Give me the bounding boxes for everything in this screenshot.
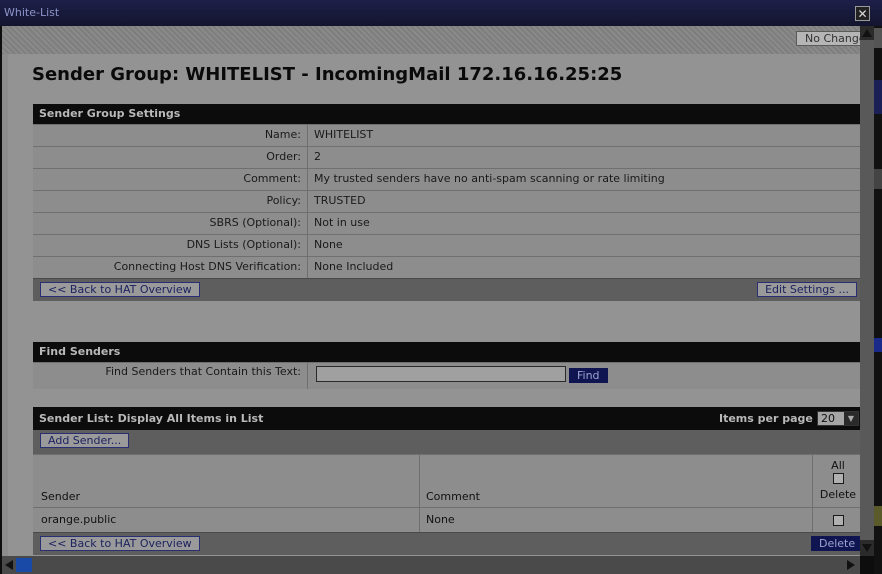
- sender-list-header: Sender List: Display All Items in List I…: [33, 407, 863, 430]
- settings-actions: << Back to HAT Overview Edit Settings ..…: [33, 278, 863, 301]
- page-title: Sender Group: WHITELIST - IncomingMail 1…: [32, 64, 623, 85]
- edge-block: [874, 338, 882, 352]
- row-value: TRUSTED: [314, 194, 366, 207]
- scroll-left-icon[interactable]: [5, 560, 13, 570]
- window-titlebar: White-List ✕: [0, 0, 882, 26]
- sender-table-header: Sender Comment All Delete: [33, 454, 863, 507]
- row-label: Name:: [33, 125, 308, 146]
- top-toolbar: No Changes: [2, 26, 866, 54]
- comment-header-label: Comment: [426, 490, 480, 503]
- items-per-page-value: 20: [821, 412, 835, 425]
- edge-block: [874, 28, 882, 48]
- row-value: My trusted senders have no anti-spam sca…: [314, 172, 665, 185]
- settings-row: Name: WHITELIST: [33, 124, 863, 146]
- sender-column-header: Sender: [33, 455, 420, 507]
- delete-column-header: All Delete: [813, 455, 863, 507]
- delete-cell: [813, 508, 863, 532]
- comment-cell: None: [420, 508, 813, 532]
- settings-panel: Sender Group Settings Name: WHITELIST Or…: [33, 104, 863, 301]
- edge-block: [874, 169, 882, 189]
- delete-header-label: Delete: [819, 488, 857, 501]
- window-body: No Changes Sender Group: WHITELIST - Inc…: [2, 26, 874, 556]
- sender-list-heading: Sender List: Display All Items in List: [39, 412, 264, 425]
- items-per-page-label: Items per page: [719, 412, 813, 425]
- find-input[interactable]: [316, 366, 566, 382]
- back-to-hat-button[interactable]: << Back to HAT Overview: [40, 282, 200, 297]
- settings-row: Order: 2: [33, 146, 863, 168]
- vertical-scrollbar[interactable]: [860, 26, 874, 556]
- table-row: orange.public None: [33, 507, 863, 532]
- window-title: White-List: [4, 6, 60, 19]
- edit-settings-button[interactable]: Edit Settings ...: [757, 282, 857, 297]
- find-row: Find Senders that Contain this Text: Fin…: [33, 362, 863, 389]
- scroll-right-icon[interactable]: [847, 560, 855, 570]
- settings-heading: Sender Group Settings: [33, 104, 863, 124]
- row-value: WHITELIST: [314, 128, 374, 141]
- scroll-thumb[interactable]: [860, 40, 874, 540]
- row-label: SBRS (Optional):: [33, 213, 308, 234]
- find-label: Find Senders that Contain this Text:: [33, 363, 308, 389]
- delete-button[interactable]: Delete: [811, 536, 863, 551]
- row-value: 2: [314, 150, 321, 163]
- find-heading: Find Senders: [33, 342, 863, 362]
- content-area: Sender Group: WHITELIST - IncomingMail 1…: [8, 54, 863, 556]
- scroll-down-icon[interactable]: [862, 544, 872, 552]
- find-panel: Find Senders Find Senders that Contain t…: [33, 342, 863, 389]
- no-changes-button[interactable]: No Changes: [796, 31, 866, 46]
- sender-cell: orange.public: [33, 508, 420, 532]
- horizontal-scroll-thumb[interactable]: [16, 558, 32, 572]
- all-label: All: [831, 459, 845, 472]
- row-delete-checkbox[interactable]: [832, 514, 844, 526]
- sender-list-panel: Sender List: Display All Items in List I…: [33, 407, 863, 555]
- chevron-down-icon: ▼: [844, 412, 858, 425]
- settings-row: Connecting Host DNS Verification: None I…: [33, 256, 863, 278]
- find-button[interactable]: Find: [569, 368, 608, 383]
- row-value: Not in use: [314, 216, 370, 229]
- horizontal-scrollbar[interactable]: [2, 556, 860, 574]
- row-value: None Included: [314, 260, 394, 273]
- add-sender-button[interactable]: Add Sender...: [40, 433, 130, 448]
- back-to-hat-button[interactable]: << Back to HAT Overview: [40, 536, 200, 551]
- row-label: Connecting Host DNS Verification:: [33, 257, 308, 278]
- background-window-edge: [874, 26, 882, 574]
- scroll-up-icon[interactable]: [862, 29, 872, 37]
- settings-row: DNS Lists (Optional): None: [33, 234, 863, 256]
- select-all-checkbox[interactable]: [832, 473, 844, 484]
- sender-header-label: Sender: [41, 490, 80, 503]
- close-icon: ✕: [857, 7, 868, 21]
- items-per-page-select[interactable]: 20 ▼: [817, 411, 859, 426]
- row-label: Policy:: [33, 191, 308, 212]
- row-label: Order:: [33, 147, 308, 168]
- edge-block: [874, 80, 882, 114]
- sender-list-actions: << Back to HAT Overview Delete: [33, 532, 863, 555]
- row-label: Comment:: [33, 169, 308, 190]
- settings-row: SBRS (Optional): Not in use: [33, 212, 863, 234]
- row-label: DNS Lists (Optional):: [33, 235, 308, 256]
- close-button[interactable]: ✕: [855, 6, 870, 21]
- comment-column-header: Comment: [420, 455, 813, 507]
- edge-block: [874, 506, 882, 526]
- row-value: None: [314, 238, 343, 251]
- settings-row: Policy: TRUSTED: [33, 190, 863, 212]
- add-sender-bar: Add Sender...: [33, 430, 863, 454]
- settings-row: Comment: My trusted senders have no anti…: [33, 168, 863, 190]
